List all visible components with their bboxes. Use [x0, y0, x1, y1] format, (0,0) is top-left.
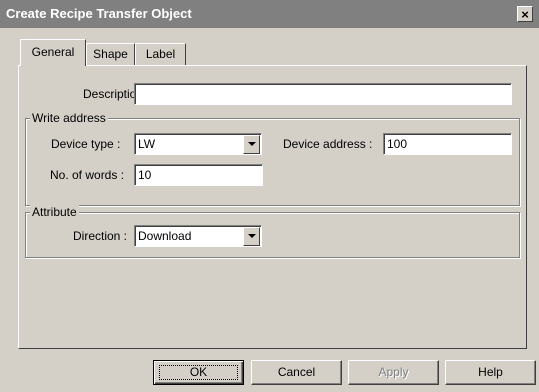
close-icon: ×	[521, 7, 529, 22]
device-type-value: LW	[138, 137, 156, 151]
tab-general-label: General	[31, 45, 75, 59]
focus-rectangle	[159, 365, 238, 380]
description-field[interactable]	[134, 83, 512, 105]
direction-value: Download	[138, 229, 192, 243]
no-of-words-field[interactable]: 10	[134, 164, 263, 186]
tab-shape[interactable]: Shape	[86, 43, 135, 65]
device-type-select[interactable]: LW	[134, 133, 262, 155]
close-button[interactable]: ×	[517, 6, 533, 22]
create-recipe-transfer-object-dialog: Create Recipe Transfer Object × General …	[0, 0, 539, 392]
chevron-down-icon	[248, 142, 256, 146]
device-type-dropdown-button[interactable]	[243, 135, 260, 154]
attribute-title: Attribute	[30, 205, 79, 219]
tab-shape-label: Shape	[93, 47, 128, 61]
apply-button[interactable]: Apply	[348, 360, 439, 385]
write-address-group	[25, 118, 520, 206]
direction-label: Direction :	[73, 229, 128, 243]
write-address-title: Write address	[30, 111, 108, 125]
apply-button-label: Apply	[378, 365, 409, 379]
direction-select[interactable]: Download	[134, 225, 262, 247]
no-of-words-label: No. of words :	[50, 168, 125, 182]
direction-dropdown-button[interactable]	[243, 227, 260, 246]
general-tab-panel: Description : Write address Device type …	[18, 65, 527, 349]
cancel-button[interactable]: Cancel	[251, 360, 342, 385]
device-address-label: Device address :	[283, 137, 373, 151]
title-bar[interactable]: Create Recipe Transfer Object ×	[0, 0, 539, 28]
cancel-button-label: Cancel	[277, 365, 316, 379]
window-title: Create Recipe Transfer Object	[6, 6, 192, 21]
help-button-label: Help	[478, 365, 503, 379]
tab-general[interactable]: General	[20, 39, 86, 66]
device-address-field[interactable]: 100	[383, 133, 512, 155]
tab-label[interactable]: Label	[135, 43, 186, 65]
ok-button[interactable]: OK	[153, 360, 244, 385]
device-type-label: Device type :	[51, 137, 121, 151]
chevron-down-icon	[248, 234, 256, 238]
help-button[interactable]: Help	[445, 360, 536, 385]
tab-label-label: Label	[145, 47, 176, 61]
